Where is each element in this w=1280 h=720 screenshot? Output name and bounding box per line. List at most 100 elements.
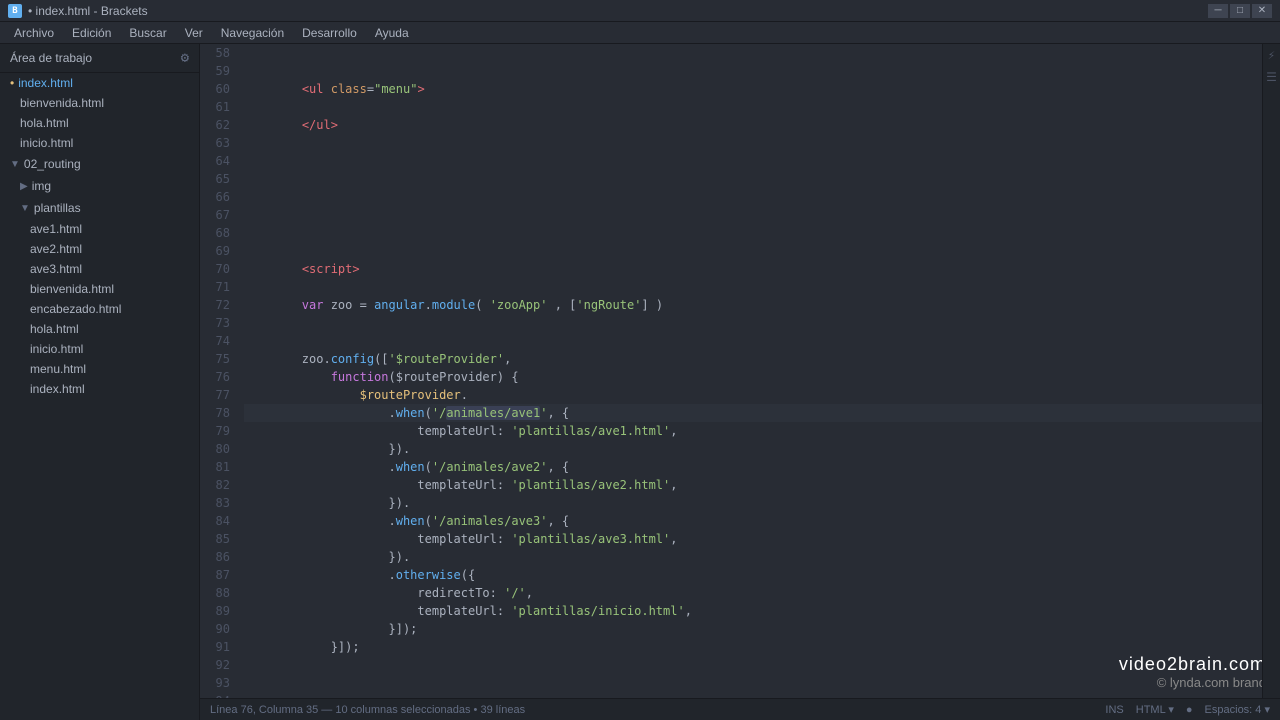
code-line: .when('/animales/ave3', {	[244, 512, 1280, 530]
line-number: 75	[206, 350, 230, 368]
extension-icon[interactable]: ☰	[1266, 70, 1277, 84]
sub-file-hola[interactable]: hola.html	[0, 319, 199, 339]
folder-label: 02_routing	[24, 157, 81, 171]
close-button[interactable]: ✕	[1252, 4, 1272, 18]
sub-file-ave3[interactable]: ave3.html	[0, 259, 199, 279]
sidebar-header: Área de trabajo ⚙	[0, 44, 199, 73]
code-line: }).	[244, 548, 1280, 566]
line-number: 76	[206, 368, 230, 386]
folder-img-label: img	[32, 179, 51, 193]
code-line	[244, 656, 1280, 674]
code-line	[244, 152, 1280, 170]
menu-item-edición[interactable]: Edición	[64, 24, 119, 42]
folder-plantillas[interactable]: ▼ plantillas	[0, 197, 199, 219]
line-number: 82	[206, 476, 230, 494]
code-line: $routeProvider.	[244, 386, 1280, 404]
sidebar-file-inicio[interactable]: inicio.html	[0, 133, 199, 153]
minimize-button[interactable]: ─	[1208, 4, 1228, 18]
line-number: 79	[206, 422, 230, 440]
line-number: 72	[206, 296, 230, 314]
sub-file-encabezado[interactable]: encabezado.html	[0, 299, 199, 319]
line-number: 69	[206, 242, 230, 260]
line-number: 58	[206, 44, 230, 62]
code-editor[interactable]: 5859606162636465666768697071727374757677…	[200, 44, 1280, 698]
folder-02-routing[interactable]: ▼ 02_routing	[0, 153, 199, 175]
status-right: INS HTML ▾ ● Espacios: 4 ▾	[1105, 703, 1270, 716]
title-bar: B • index.html - Brackets ─ □ ✕	[0, 0, 1280, 22]
sidebar-file-index[interactable]: index.html	[0, 73, 199, 93]
sub-file-ave2[interactable]: ave2.html	[0, 239, 199, 259]
menu-item-navegación[interactable]: Navegación	[213, 24, 292, 42]
line-number: 91	[206, 638, 230, 656]
sub-file-inicio[interactable]: inicio.html	[0, 339, 199, 359]
line-number: 81	[206, 458, 230, 476]
code-line: redirectTo: '/',	[244, 584, 1280, 602]
code-line: }]);	[244, 638, 1280, 656]
title-text: • index.html - Brackets	[28, 4, 148, 18]
code-content: 5859606162636465666768697071727374757677…	[200, 44, 1280, 698]
live-preview-icon[interactable]: ⚡	[1268, 48, 1275, 62]
line-number: 78	[206, 404, 230, 422]
code-line: .when('/animales/ave2', {	[244, 458, 1280, 476]
line-number: 84	[206, 512, 230, 530]
code-line: templateUrl: 'plantillas/ave3.html',	[244, 530, 1280, 548]
editor-panel: 5859606162636465666768697071727374757677…	[200, 44, 1280, 720]
sub-file-menu[interactable]: menu.html	[0, 359, 199, 379]
line-number: 68	[206, 224, 230, 242]
sub-file-index-plantillas[interactable]: index.html	[0, 379, 199, 399]
status-item[interactable]: HTML ▾	[1136, 703, 1174, 716]
gear-icon[interactable]: ⚙	[181, 50, 189, 66]
code-line: }).	[244, 494, 1280, 512]
sidebar-title: Área de trabajo	[10, 51, 92, 65]
folder-plantillas-label: plantillas	[34, 201, 81, 215]
window-controls: ─ □ ✕	[1208, 4, 1272, 18]
line-numbers: 5859606162636465666768697071727374757677…	[200, 44, 240, 698]
sidebar-file-bienvenida[interactable]: bienvenida.html	[0, 93, 199, 113]
menu-item-ayuda[interactable]: Ayuda	[367, 24, 417, 42]
code-line	[244, 206, 1280, 224]
line-number: 61	[206, 98, 230, 116]
code-line: templateUrl: 'plantillas/inicio.html',	[244, 602, 1280, 620]
line-number: 66	[206, 188, 230, 206]
code-line: zoo.config(['$routeProvider',	[244, 350, 1280, 368]
status-item[interactable]: INS	[1105, 704, 1123, 716]
menu-bar: ArchivoEdiciónBuscarVerNavegaciónDesarro…	[0, 22, 1280, 44]
code-line: <ul class="menu">	[244, 80, 1280, 98]
title-bar-left: B • index.html - Brackets	[8, 4, 148, 18]
line-number: 60	[206, 80, 230, 98]
menu-item-ver[interactable]: Ver	[177, 24, 211, 42]
menu-item-desarrollo[interactable]: Desarrollo	[294, 24, 365, 42]
code-line: var zoo = angular.module( 'zooApp' , ['n…	[244, 296, 1280, 314]
status-info: Línea 76, Columna 35 — 10 columnas selec…	[210, 704, 525, 716]
menu-item-archivo[interactable]: Archivo	[6, 24, 62, 42]
line-number: 65	[206, 170, 230, 188]
line-number: 83	[206, 494, 230, 512]
line-number: 63	[206, 134, 230, 152]
sub-file-bienvenida[interactable]: bienvenida.html	[0, 279, 199, 299]
code-line	[244, 332, 1280, 350]
code-line: </ul>	[244, 116, 1280, 134]
line-number: 87	[206, 566, 230, 584]
line-number: 71	[206, 278, 230, 296]
main-layout: Área de trabajo ⚙ index.html bienvenida.…	[0, 44, 1280, 720]
sub-file-ave1[interactable]: ave1.html	[0, 219, 199, 239]
code-area[interactable]: <ul class="menu"> </ul> <script> var zoo…	[240, 44, 1280, 698]
menu-item-buscar[interactable]: Buscar	[121, 24, 174, 42]
maximize-button[interactable]: □	[1230, 4, 1250, 18]
sidebar-file-hola[interactable]: hola.html	[0, 113, 199, 133]
code-line	[244, 278, 1280, 296]
folder-img[interactable]: ▶ img	[0, 175, 199, 197]
app-icon: B	[8, 4, 22, 18]
code-line: .when('/animales/ave1', {	[244, 404, 1280, 422]
line-number: 88	[206, 584, 230, 602]
line-number: 89	[206, 602, 230, 620]
code-line	[244, 98, 1280, 116]
code-line: templateUrl: 'plantillas/ave2.html',	[244, 476, 1280, 494]
code-line: }]);	[244, 620, 1280, 638]
line-number: 93	[206, 674, 230, 692]
line-number: 73	[206, 314, 230, 332]
line-number: 67	[206, 206, 230, 224]
status-item[interactable]: Espacios: 4 ▾	[1205, 703, 1270, 716]
code-line: .otherwise({	[244, 566, 1280, 584]
status-item[interactable]: ●	[1186, 704, 1193, 716]
